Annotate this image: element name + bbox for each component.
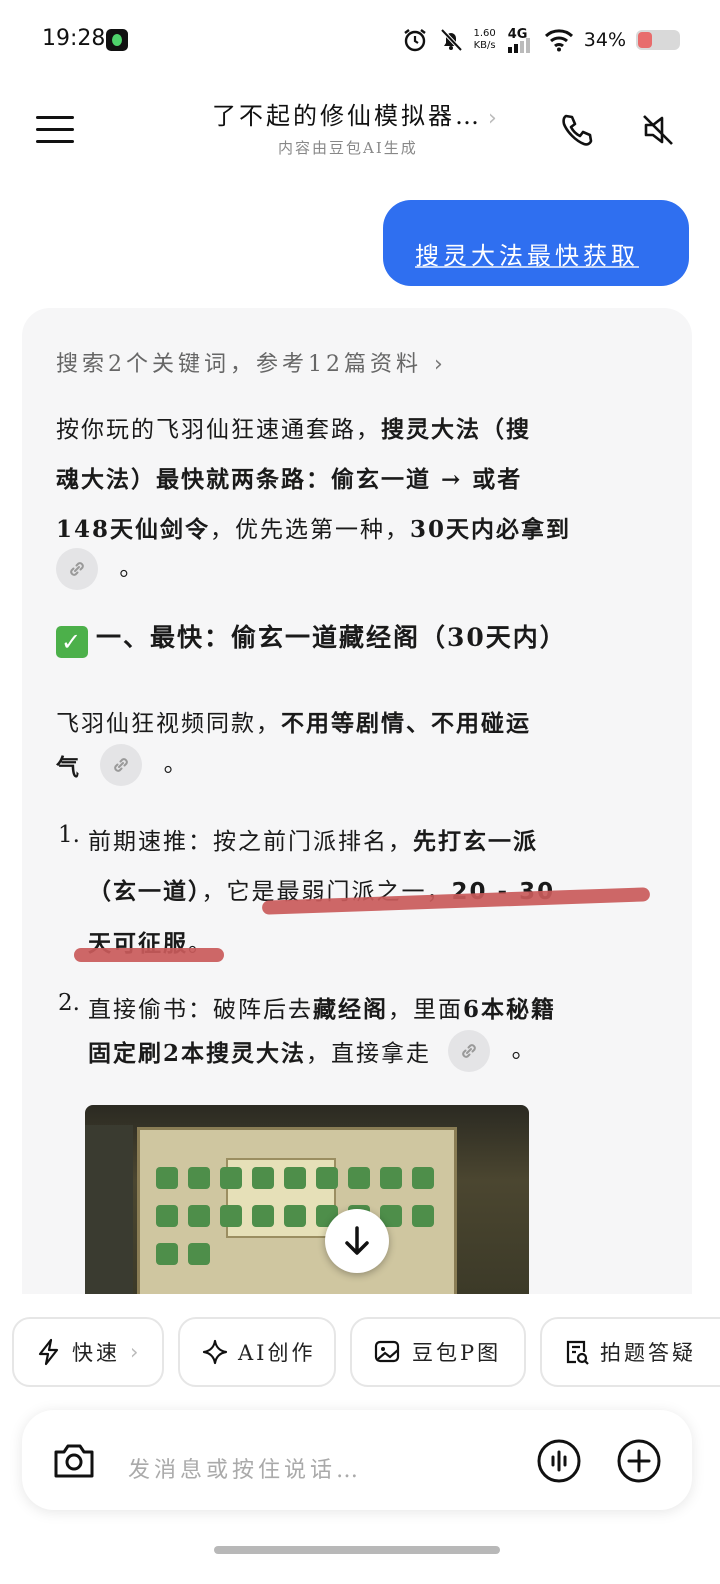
chat-title-block[interactable]: 了不起的修仙模拟器… 内容由豆包AI生成 [212, 96, 512, 158]
section-intro-text: 飞羽仙狂视频同款， [56, 711, 281, 737]
intro-bold: 搜灵大法（搜 [381, 416, 531, 443]
step-bold: （玄一道） [88, 878, 202, 905]
image-edit-icon [374, 1340, 400, 1363]
intro-bold: 魂大法）最快就两条路：偷玄一道 → 或者 [56, 466, 523, 493]
voice-call-icon[interactable] [536, 1438, 582, 1484]
phone-icon[interactable] [558, 112, 594, 148]
intro-line: 魂大法）最快就两条路：偷玄一道 → 或者 [56, 460, 522, 494]
reference-link-icon[interactable] [100, 744, 143, 786]
app-notification-icon [106, 29, 128, 51]
lightning-icon [38, 1338, 59, 1366]
alarm-icon [403, 29, 426, 52]
ai-answer-card: 搜索2个关键词，参考12篇资料 › 按你玩的飞羽仙狂速通套路，搜灵大法（搜 魂大法… [22, 308, 692, 1294]
section-intro-bold: 气 [56, 754, 81, 781]
step-text: ，里面 [388, 997, 463, 1023]
section-intro-line: 飞羽仙狂视频同款，不用等剧情、不用碰运 [56, 704, 531, 738]
chip-label: 快速 [72, 1341, 120, 1365]
section-intro-text: 。 [163, 751, 189, 777]
step-text: 直接偷书：破阵后去 [88, 997, 313, 1023]
home-indicator[interactable] [214, 1546, 500, 1554]
network-speed: 1.60 KB/s [474, 28, 496, 52]
mute-bell-icon [440, 28, 462, 52]
section-intro-bold: 不用等剧情、不用碰运 [281, 710, 531, 737]
ai-generated-notice: 内容由豆包AI生成 [278, 139, 418, 157]
status-time: 19:28 [42, 26, 106, 51]
intro-bold: 148天仙剑令 [56, 516, 211, 543]
chip-label: AI创作 [238, 1341, 316, 1365]
scan-question-icon [566, 1340, 589, 1365]
chip-photo-edit[interactable]: 豆包P图 [350, 1317, 526, 1387]
chip-label: 拍题答疑 [600, 1341, 696, 1365]
section-intro-line: 气 。 [56, 744, 189, 786]
step-line: 前期速推：按之前门派排名，先打玄一派 [88, 822, 538, 856]
intro-text: ，优先选第一种， [210, 517, 411, 543]
intro-line: 148天仙剑令，优先选第一种，30天内必拿到 [56, 510, 571, 544]
chat-header: 了不起的修仙模拟器… 内容由豆包AI生成 › [0, 90, 720, 170]
intro-bold: 30天内必拿到 [410, 516, 572, 543]
plus-icon[interactable] [616, 1438, 662, 1484]
menu-icon[interactable] [36, 116, 74, 144]
annotation-underline [74, 948, 224, 962]
intro-line: 。 [56, 548, 144, 590]
status-bar: 19:28 1.60 KB/s 4G 34% [0, 0, 720, 80]
screenshot-tiles [151, 1161, 451, 1275]
chat-title: 了不起的修仙模拟器… [212, 102, 482, 130]
camera-icon[interactable] [52, 1440, 96, 1480]
cellular-signal: 4G [506, 27, 534, 53]
chevron-right-icon[interactable]: › [488, 106, 497, 131]
checkmark-icon: ✓ [56, 626, 88, 658]
message-input[interactable]: 发消息或按住说话… [128, 1452, 362, 1484]
speed-unit: KB/s [473, 40, 496, 51]
message-input-bar: 发消息或按住说话… [22, 1410, 692, 1510]
chevron-right-icon: › [130, 1340, 142, 1364]
battery-percent: 34% [583, 29, 626, 51]
section-heading: ✓ 一、最快：偷玄一道藏经阁（30天内） [56, 618, 567, 658]
reference-link-icon[interactable] [56, 548, 98, 590]
speaker-mute-icon[interactable] [638, 110, 678, 150]
chip-label: 豆包P图 [412, 1341, 502, 1365]
sparkle-icon [202, 1339, 228, 1365]
step-line: 固定刷2本搜灵大法，直接拿走 。 [88, 1030, 537, 1072]
user-message-text: 搜灵大法最快获取 [415, 242, 639, 270]
battery-icon [636, 30, 680, 50]
chevron-right-icon: › [434, 352, 447, 377]
intro-text: 。 [119, 555, 145, 581]
user-message-bubble[interactable]: 搜灵大法最快获取 [383, 200, 689, 286]
intro-text: 按你玩的飞羽仙狂速通套路， [56, 417, 381, 443]
step-bold: 先打玄一派 [413, 828, 538, 855]
chip-photo-question[interactable]: 拍题答疑 [540, 1317, 720, 1387]
reference-link-icon[interactable] [448, 1030, 491, 1072]
step-text: ，直接拿走 [306, 1041, 432, 1067]
step-bold: 6本秘籍 [463, 996, 557, 1023]
step-text: 前期速推：按之前门派排名， [88, 829, 413, 855]
status-indicators: 1.60 KB/s 4G 34% [402, 22, 680, 58]
scroll-down-button[interactable] [325, 1209, 389, 1273]
game-screenshot-image[interactable] [85, 1105, 529, 1294]
step-bold: 固定刷2本搜灵大法 [88, 1040, 307, 1067]
search-reference-summary[interactable]: 搜索2个关键词，参考12篇资料 › [56, 346, 447, 378]
section-heading-text: 一、最快：偷玄一道藏经阁（30天内） [96, 623, 567, 652]
arrow-down-icon [345, 1226, 369, 1255]
chip-quick[interactable]: 快速 › [12, 1317, 164, 1387]
chip-ai-create[interactable]: AI创作 [178, 1317, 336, 1387]
intro-line: 按你玩的飞羽仙狂速通套路，搜灵大法（搜 [56, 410, 531, 444]
step-bold: 藏经阁 [313, 996, 388, 1023]
screenshot-sidebar [85, 1125, 133, 1294]
step-number: 2. [58, 990, 80, 1016]
step-line: 直接偷书：破阵后去藏经阁，里面6本秘籍 [88, 990, 556, 1024]
wifi-icon [544, 29, 573, 52]
step-text: 。 [511, 1037, 537, 1063]
speed-value: 1.60 [473, 28, 496, 39]
quick-action-bar: 快速 › AI创作 豆包P图 拍题答疑 [12, 1317, 720, 1387]
search-summary-text: 搜索2个关键词，参考12篇资料 [56, 352, 422, 377]
signal-bars-icon [507, 38, 530, 53]
step-number: 1. [58, 822, 80, 848]
